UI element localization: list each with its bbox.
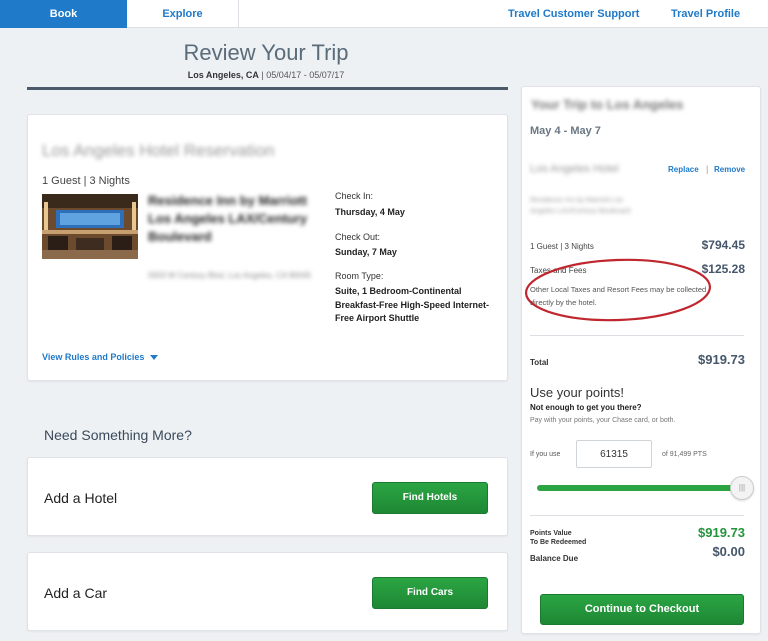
continue-to-checkout-button[interactable]: Continue to Checkout [540, 594, 744, 625]
title-rule [27, 87, 508, 90]
hotel-reservation-heading: Los Angeles Hotel Reservation [42, 141, 275, 160]
travel-profile-link[interactable]: Travel Profile [671, 0, 740, 28]
remove-link[interactable]: Remove [714, 165, 745, 174]
link-separator: | [706, 164, 709, 174]
taxes-label: Taxes and Fees [530, 266, 587, 275]
travel-customer-support-link[interactable]: Travel Customer Support [508, 0, 639, 28]
add-car-card: Add a Car Find Cars [27, 552, 508, 631]
divider [530, 335, 744, 336]
total-amount: $919.73 [698, 352, 745, 367]
total-label: Total [530, 358, 549, 367]
points-value-text: Points Value [530, 530, 572, 537]
summary-guest-nights: 1 Guest | 3 Nights [530, 242, 594, 251]
page-title: Review Your Trip [183, 40, 349, 65]
view-rules-label: View Rules and Policies [42, 352, 145, 362]
points-value-amount: $919.73 [698, 525, 745, 540]
trip-summary-dates: May 4 - May 7 [530, 125, 601, 137]
hotel-reservation-card: Los Angeles Hotel Reservation 1 Guest | … [27, 114, 508, 381]
hotel-name: Residence Inn by Marriott Los Angeles LA… [148, 193, 308, 244]
trip-summary-panel: Your Trip to Los Angeles May 4 - May 7 L… [521, 86, 761, 634]
check-in-label: Check In: [335, 191, 374, 201]
summary-hotel-address: Residence Inn by Marriott Los Angeles LA… [530, 197, 631, 215]
trip-dates: | 05/04/17 - 05/07/17 [258, 70, 345, 80]
find-cars-button[interactable]: Find Cars [372, 577, 488, 609]
points-input[interactable] [576, 440, 652, 468]
points-slider-handle[interactable]: ||| [730, 476, 754, 500]
balance-due-label: Balance Due [530, 554, 579, 563]
check-in-value: Thursday, 4 May [335, 207, 405, 217]
hotel-address: 5933 W Century Blvd, Los Angeles, CA 900… [148, 271, 312, 280]
find-hotels-button[interactable]: Find Hotels [372, 482, 488, 514]
divider [530, 515, 744, 516]
trip-summary-heading: Your Trip to Los Angeles [531, 97, 684, 112]
need-more-heading: Need Something More? [44, 427, 192, 443]
tax-note: Other Local Taxes and Resort Fees may be… [530, 285, 707, 307]
to-be-redeemed-text: To Be Redeemed [530, 539, 587, 546]
check-out-value: Sunday, 7 May [335, 247, 397, 257]
room-type-value: Suite, 1 Bedroom-Continental Breakfast-F… [335, 286, 490, 323]
trip-location: Los Angeles, CA [187, 70, 259, 80]
room-amount: $794.45 [701, 238, 745, 252]
view-rules-link[interactable]: View Rules and Policies [42, 352, 159, 362]
use-label: If you use [530, 451, 561, 458]
points-slider-track[interactable] [537, 485, 737, 491]
add-car-label: Add a Car [44, 585, 108, 601]
balance-due-amount: $0.00 [712, 544, 745, 559]
check-out-label: Check Out: [335, 232, 381, 242]
points-available: of 91,499 PTS [662, 451, 707, 458]
tab-explore[interactable]: Explore [127, 0, 239, 28]
points-question: Not enough to get you there? [530, 403, 642, 412]
add-hotel-card: Add a Hotel Find Hotels [27, 457, 508, 536]
add-hotel-label: Add a Hotel [44, 490, 118, 506]
points-subtext: Pay with your points, your Chase card, o… [530, 417, 676, 424]
summary-hotel-label: Los Angeles Hotel [530, 163, 619, 175]
caret-down-icon [150, 355, 159, 361]
top-nav: Book Explore Travel Customer Support Tra… [0, 0, 768, 28]
room-type-label: Room Type: [335, 271, 384, 281]
guest-nights: 1 Guest | 3 Nights [42, 175, 130, 187]
hotel-photo [42, 194, 138, 259]
trip-subtitle: Los Angeles, CA | 05/04/17 - 05/07/17 [0, 70, 532, 80]
tab-book[interactable]: Book [0, 0, 127, 28]
points-title: Use your points! [530, 385, 624, 400]
points-value-label: Points Value To Be Redeemed [530, 529, 586, 547]
taxes-amount: $125.28 [701, 262, 745, 276]
replace-link[interactable]: Replace [668, 165, 699, 174]
hotel-lobby-image [42, 194, 138, 259]
